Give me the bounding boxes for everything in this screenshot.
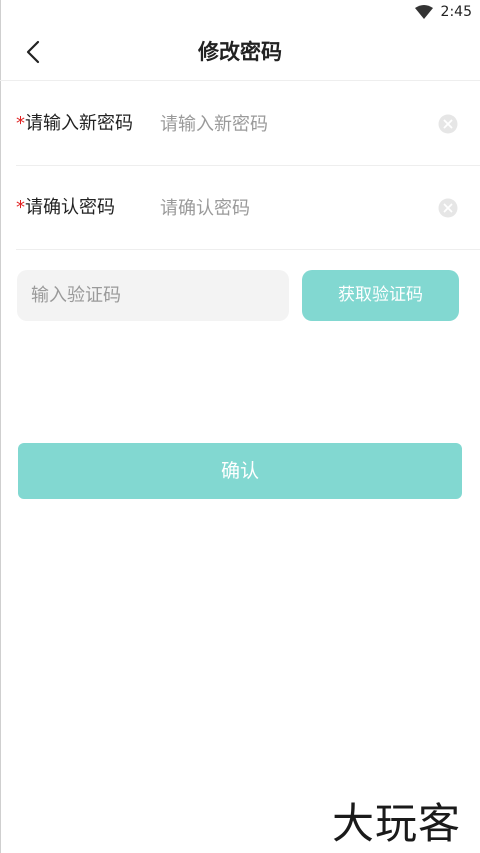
verification-code-input[interactable] [31,277,275,313]
new-password-label-text: 请输入新密码 [25,113,133,134]
wifi-icon [414,5,433,19]
status-time: 2:45 [440,4,472,20]
new-password-input[interactable] [160,106,420,142]
new-password-label: *请输入新密码 [16,82,133,166]
clear-icon[interactable] [438,198,458,218]
required-mark: * [16,197,25,218]
verification-code-field [17,270,289,321]
watermark-logo: 大玩客 [332,799,462,848]
new-password-row: *请输入新密码 [16,82,480,166]
confirm-password-label: *请确认密码 [16,166,115,250]
left-edge-border [0,0,1,853]
clear-icon[interactable] [438,114,458,134]
confirm-password-row: *请确认密码 [16,166,480,250]
nav-bar: 修改密码 [0,24,480,81]
required-mark: * [16,113,25,134]
confirm-password-input[interactable] [160,190,420,226]
page-title: 修改密码 [198,40,282,64]
get-code-button[interactable]: 获取验证码 [302,270,459,321]
status-bar: 2:45 [0,0,480,24]
confirm-button[interactable]: 确认 [18,443,462,499]
confirm-password-label-text: 请确认密码 [25,197,115,218]
